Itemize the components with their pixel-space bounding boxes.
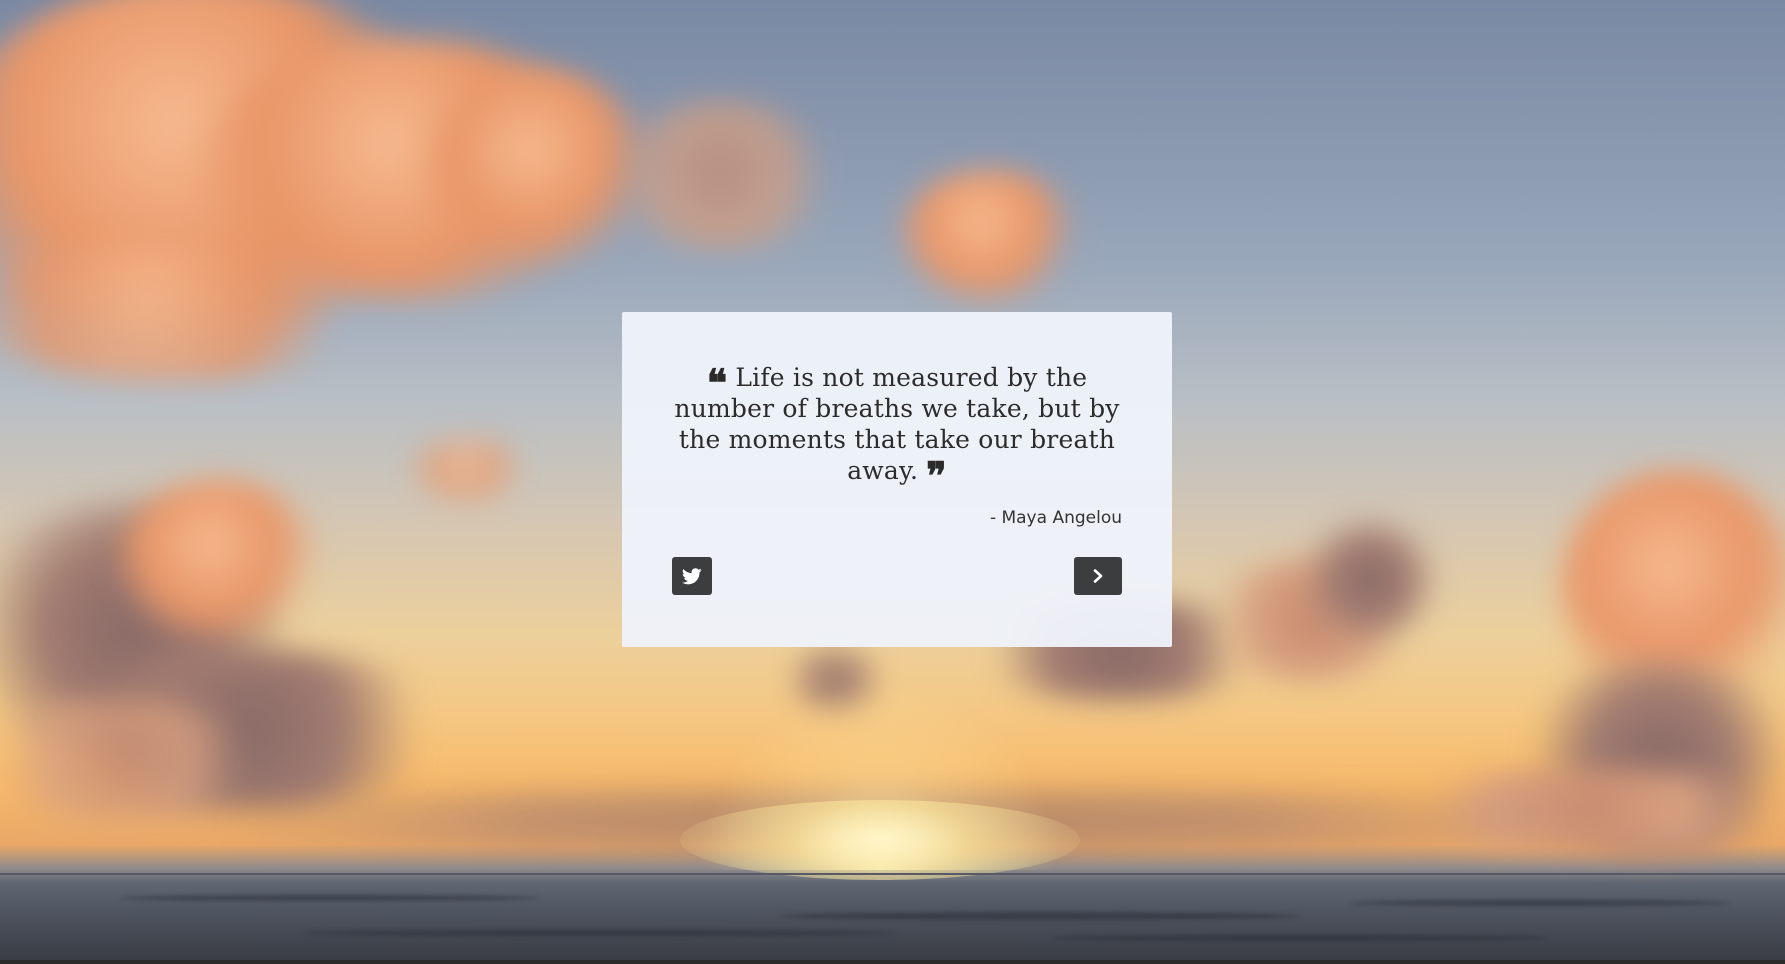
quote-card: ❝ Life is not measured by the number of b… (622, 312, 1172, 647)
quote-author: - Maya Angelou (989, 508, 1122, 528)
quote-right-icon: ❞ (926, 453, 947, 498)
next-quote-button[interactable] (1074, 557, 1122, 595)
quote-block: ❝ Life is not measured by the number of b… (672, 360, 1122, 498)
chevron-right-icon (1093, 569, 1103, 583)
twitter-icon (682, 567, 702, 584)
tweet-quote-button[interactable] (672, 557, 712, 595)
quote-text: Life is not measured by the number of br… (674, 363, 1120, 485)
quote-left-icon: ❝ (706, 360, 728, 405)
